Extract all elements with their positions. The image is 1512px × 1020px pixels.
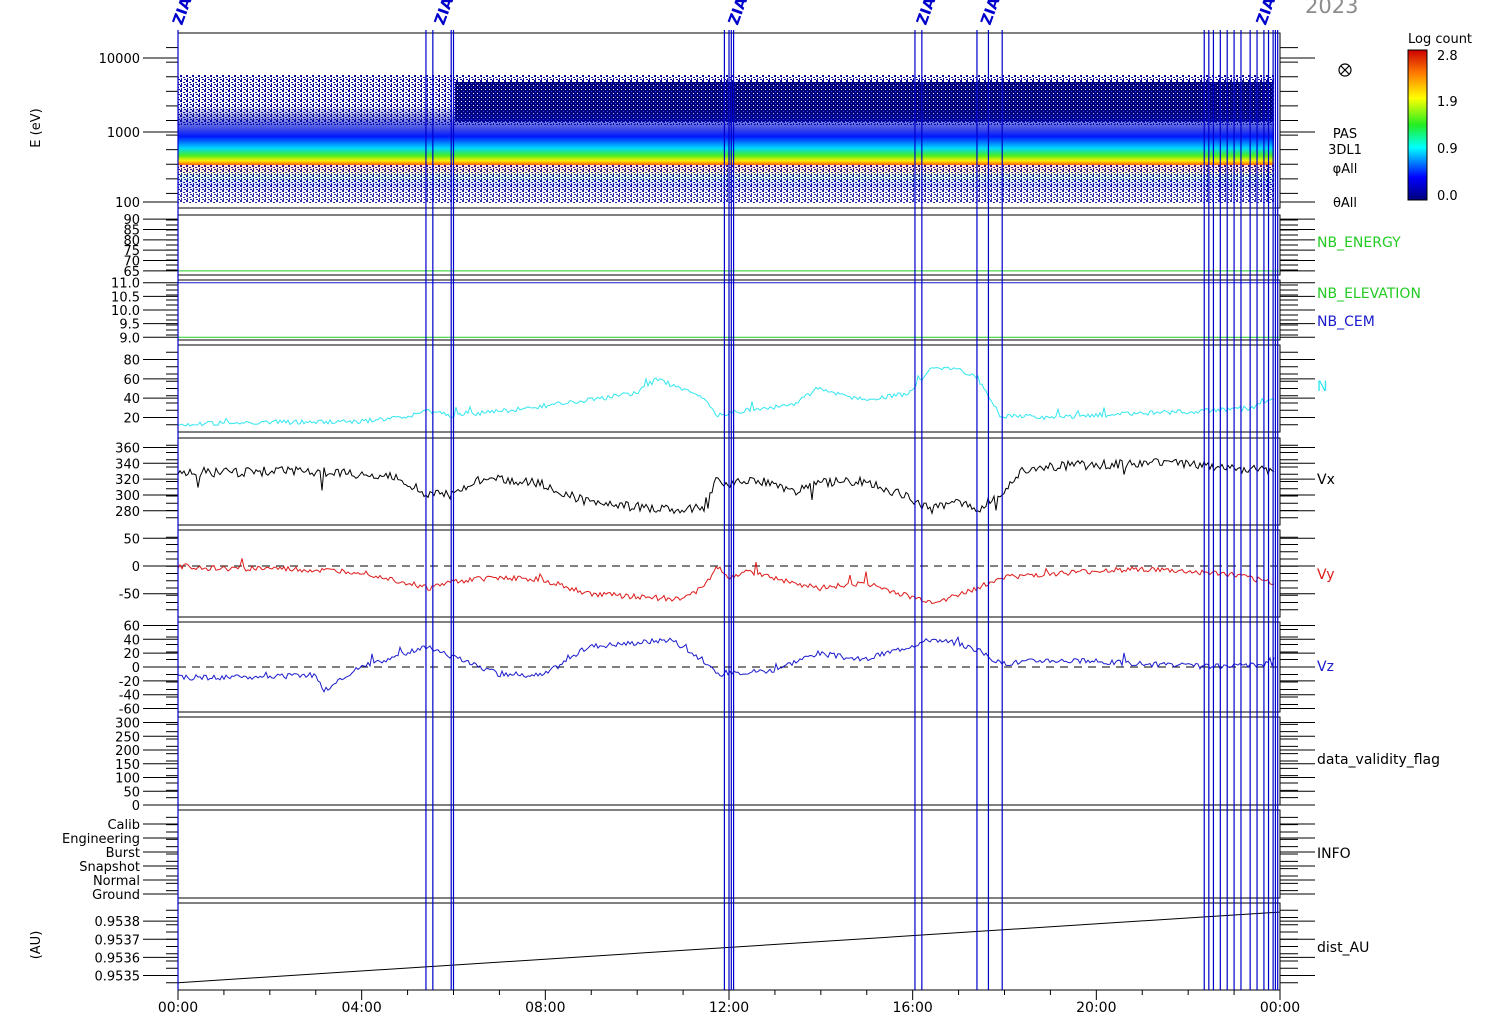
distance-ylabel: (AU) [29, 931, 44, 960]
panel-label: Vz [1317, 659, 1334, 675]
y-tick-label: 340 [115, 457, 140, 472]
x-tick-label: 00:00 [1260, 1000, 1300, 1016]
plot-canvas: Log count 2.8 1.9 0.9 0.0 PAS 3DL1 φAll … [29, 0, 1472, 1016]
series-vx [177, 458, 1275, 516]
y-tick-label: 0.9536 [95, 951, 141, 966]
spectrogram [178, 75, 1274, 203]
colorbar-tick: 1.9 [1437, 95, 1458, 110]
colorbar-tick: 2.8 [1437, 49, 1458, 64]
y-tick-label: 9.0 [119, 331, 140, 346]
spectrogram-label: θAll [1333, 196, 1357, 211]
y-tick-label: 0 [132, 560, 140, 575]
spectrogram-ylabel: E (eV) [29, 108, 44, 147]
y-tick-label: 0.9537 [95, 933, 141, 948]
colorbar-title: Log count [1408, 32, 1472, 47]
y-tick-label: Burst [106, 846, 140, 861]
y-tick-label: Ground [92, 888, 140, 903]
panel-label: NB_ENERGY [1317, 235, 1401, 251]
spectrogram-label: PAS [1333, 127, 1357, 142]
y-tick-label: 20 [123, 412, 140, 427]
colorbar-tick: 0.0 [1437, 189, 1458, 204]
panel-label: data_validity_flag [1317, 752, 1440, 768]
panel-label: NB_ELEVATION [1317, 286, 1421, 302]
y-tick-label: 0 [132, 661, 140, 676]
y-tick-label: 60 [123, 373, 140, 388]
y-tick-label: Snapshot [79, 860, 140, 875]
y-tick-label: 40 [123, 633, 140, 648]
x-tick-label: 20:00 [1076, 1000, 1116, 1016]
y-tick-label: 320 [115, 473, 140, 488]
colorbar-tick: 0.9 [1437, 142, 1458, 157]
circle-cross-icon [1338, 63, 1352, 77]
year-label: 2023 [1305, 0, 1359, 18]
y-tick-label: Engineering [62, 832, 140, 847]
spectrogram-label: φAll [1333, 162, 1358, 177]
x-tick-label: 12:00 [709, 1000, 749, 1016]
panel-label: NB_CEM [1317, 314, 1375, 330]
y-tick-label: 20 [123, 647, 140, 662]
y-tick-label: 40 [123, 392, 140, 407]
x-tick-label: 08:00 [525, 1000, 565, 1016]
y-tick-label: -60 [119, 703, 140, 718]
series-n [177, 366, 1275, 427]
series-vz [177, 635, 1275, 693]
y-tick-label: -50 [119, 588, 140, 603]
y-tick-label: 250 [115, 730, 140, 745]
panel-label: dist_AU [1317, 940, 1369, 956]
y-tick-label: 100 [115, 772, 140, 787]
y-tick-label: -40 [119, 689, 140, 704]
x-tick-label: 00:00 [158, 1000, 198, 1016]
panel-label: INFO [1317, 846, 1351, 862]
top-marker-label: ZIAS [431, 0, 461, 27]
y-tick-label: 300 [115, 717, 140, 732]
y-tick-label: 280 [115, 505, 140, 520]
y-tick-label: Normal [93, 874, 140, 889]
panel-label: N [1317, 379, 1327, 395]
x-tick-label: 16:00 [892, 1000, 932, 1016]
y-tick-label: 100 [115, 196, 140, 211]
x-axis: 00:00 04:00 08:00 12:00 16:00 20:00 00:00 [158, 990, 1300, 1016]
x-tick-label: 04:00 [341, 1000, 381, 1016]
y-tick-label: 150 [115, 758, 140, 773]
spectrogram-label: 3DL1 [1328, 143, 1362, 158]
y-tick-label: 80 [123, 354, 140, 369]
top-marker-label: ZIAS [724, 0, 754, 27]
y-tick-label: 0 [132, 799, 140, 814]
y-tick-label: 50 [123, 785, 140, 800]
y-tick-label: 10000 [99, 52, 140, 67]
spectrogram-speckle-bottom [178, 165, 1274, 203]
y-tick-label: -20 [119, 675, 140, 690]
y-tick-label: 50 [123, 532, 140, 547]
y-tick-label: 200 [115, 744, 140, 759]
y-tick-label: 360 [115, 441, 140, 456]
y-tick-label: Calib [107, 818, 140, 833]
series-vy [177, 558, 1275, 605]
panel-label: Vx [1317, 472, 1335, 488]
y-tick-label: 1000 [107, 126, 140, 141]
colorbar: Log count 2.8 1.9 0.9 0.0 [1407, 32, 1472, 204]
top-marker-label: ZIAS [169, 0, 199, 27]
y-tick-label: 60 [123, 619, 140, 634]
y-tick-label: 300 [115, 489, 140, 504]
top-marker-label: ZIAS [977, 0, 1007, 27]
y-tick-label: 0.9535 [95, 970, 141, 985]
top-marker-label: ZIAS [913, 0, 943, 27]
panel-label: Vy [1317, 567, 1335, 583]
colorbar-gradient [1407, 49, 1428, 201]
y-tick-label: 0.9538 [95, 915, 141, 930]
top-marker-label: ZIAS [1252, 0, 1282, 27]
